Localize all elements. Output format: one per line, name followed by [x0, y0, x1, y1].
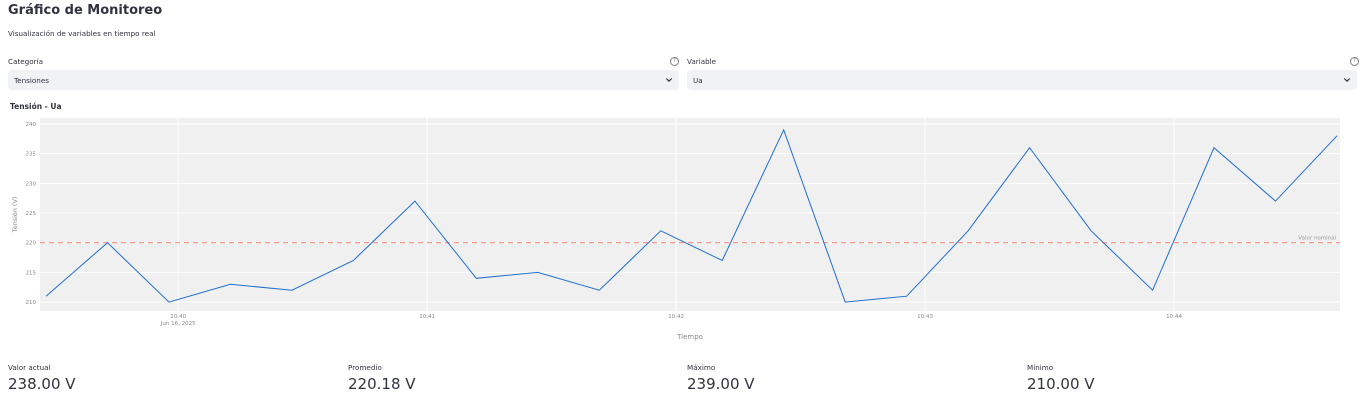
data-point	[106, 242, 108, 244]
y-axis-label: Tensión (V)	[11, 197, 19, 234]
page-scrollbar[interactable]	[1357, 0, 1363, 401]
y-tick-label: 240	[26, 122, 37, 128]
data-point	[1213, 146, 1215, 148]
scrollbar-thumb[interactable]	[1358, 0, 1363, 100]
data-point	[229, 283, 231, 285]
y-tick-label: 220	[26, 241, 37, 247]
data-point	[660, 230, 662, 232]
chevron-down-icon	[666, 78, 672, 82]
x-date-label: Jun 16, 2025	[160, 321, 196, 327]
data-point	[291, 289, 293, 291]
data-point	[967, 230, 969, 232]
x-tick-label: 10:44	[1166, 314, 1182, 320]
data-point	[1151, 289, 1153, 291]
data-point	[844, 301, 846, 303]
data-point	[45, 295, 47, 297]
x-tick-label: 10:41	[419, 314, 435, 320]
metric-average-value: 220.18 V	[348, 375, 416, 393]
category-select-value: Tensiones	[14, 76, 50, 85]
page-title: Gráfico de Monitoreo	[8, 3, 163, 18]
data-point	[475, 277, 477, 279]
category-label: Categoría	[8, 57, 43, 66]
y-tick-label: 230	[26, 181, 37, 187]
line-chart[interactable]: 210 215 220 225 230 235 240 10:40Jun 16, 2025 10…	[0, 110, 1365, 345]
metric-average-label: Promedio	[348, 363, 382, 372]
x-tick-label: 10:43	[917, 314, 933, 320]
y-tick-label: 225	[26, 211, 37, 217]
chevron-down-icon	[1344, 78, 1350, 82]
y-tick-label: 215	[26, 270, 37, 276]
data-point	[1274, 200, 1276, 202]
data-point	[1336, 135, 1338, 137]
data-point	[1028, 146, 1030, 148]
metric-current-value: 238.00 V	[8, 375, 76, 393]
metric-max-label: Máximo	[687, 363, 716, 372]
page-subtitle: Visualización de variables en tiempo rea…	[8, 29, 156, 38]
y-tick-label: 235	[26, 152, 37, 158]
x-axis-label: Tiempo	[676, 333, 703, 341]
data-point	[414, 200, 416, 202]
metric-min-label: Mínimo	[1027, 363, 1054, 372]
category-select[interactable]: Tensiones	[8, 70, 679, 90]
data-point	[168, 301, 170, 303]
data-point	[721, 259, 723, 261]
variable-select-value: Ua	[693, 76, 703, 85]
data-point	[783, 129, 785, 131]
metric-max-value: 239.00 V	[687, 375, 755, 393]
data-point	[352, 259, 354, 261]
data-point	[905, 295, 907, 297]
x-tick-label: 10:42	[668, 314, 684, 320]
metric-min-value: 210.00 V	[1027, 375, 1095, 393]
category-help-icon[interactable]: ?	[670, 57, 679, 66]
data-point	[537, 271, 539, 273]
variable-select[interactable]: Ua	[687, 70, 1357, 90]
reference-line-label: Valor nominal	[1298, 236, 1336, 242]
data-point	[598, 289, 600, 291]
plot-area	[40, 118, 1340, 311]
data-point	[1090, 230, 1092, 232]
y-tick-label: 210	[26, 300, 37, 306]
x-tick-label: 10:40	[170, 314, 186, 320]
metric-current-label: Valor actual	[8, 363, 51, 372]
variable-label: Variable	[687, 57, 717, 66]
